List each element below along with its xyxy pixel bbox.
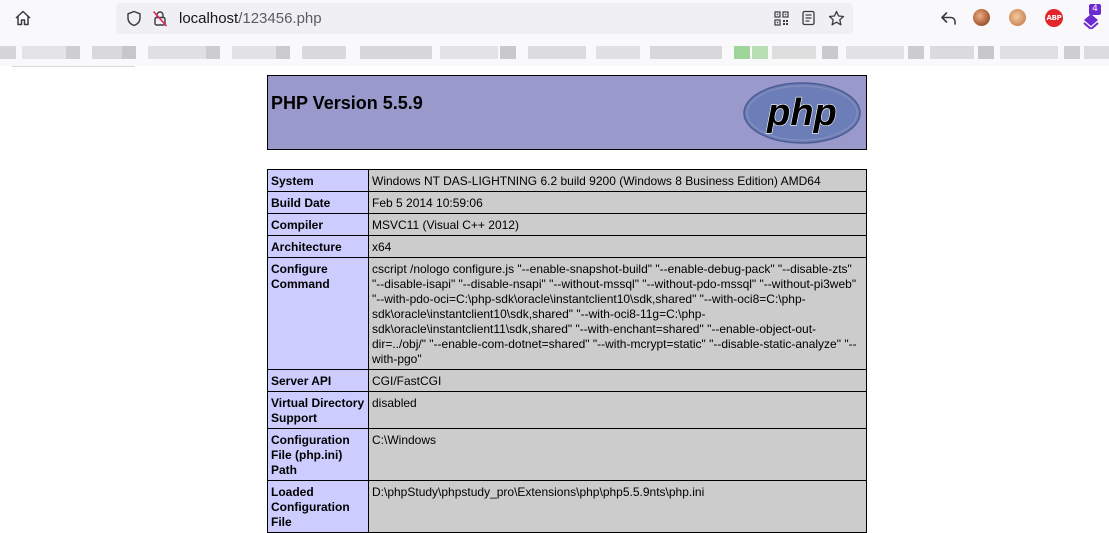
table-row: System Windows NT DAS-LIGHTNING 6.2 buil… bbox=[267, 169, 867, 192]
bookmark-blur bbox=[148, 46, 206, 59]
bookmark-blur bbox=[822, 46, 838, 59]
bookmark-blur bbox=[908, 46, 924, 59]
bookmark-blur bbox=[276, 46, 290, 59]
extension-avatar-icon[interactable] bbox=[973, 9, 990, 26]
content-divider bbox=[12, 66, 135, 67]
bookmark-blur bbox=[360, 46, 432, 59]
phpinfo-table: System Windows NT DAS-LIGHTNING 6.2 buil… bbox=[267, 169, 867, 533]
row-key: Loaded Configuration File bbox=[267, 480, 369, 533]
profile-avatar-icon[interactable] bbox=[1009, 9, 1026, 26]
bookmark-blur bbox=[232, 46, 276, 59]
bookmark-blur bbox=[22, 46, 66, 59]
insecure-lock-icon[interactable] bbox=[148, 6, 172, 30]
page-title: PHP Version 5.5.9 bbox=[271, 93, 423, 113]
row-value: C:\Windows bbox=[368, 428, 867, 481]
abp-label: ABP bbox=[1046, 14, 1062, 22]
bookmark-blur bbox=[528, 46, 586, 59]
bookmark-blur bbox=[596, 46, 640, 59]
table-row: Server API CGI/FastCGI bbox=[267, 369, 867, 392]
row-key: Build Date bbox=[267, 191, 369, 214]
phpinfo-header: PHP Version 5.5.9 php bbox=[267, 75, 867, 150]
bookmark-blur bbox=[734, 46, 750, 59]
reader-view-icon[interactable] bbox=[796, 6, 820, 30]
bookmark-blur bbox=[1084, 46, 1109, 59]
bookmark-blur bbox=[66, 46, 80, 59]
row-value: D:\phpStudy\phpstudy_pro\Extensions\php\… bbox=[368, 480, 867, 533]
bookmark-blur bbox=[92, 46, 122, 59]
bookmark-blur bbox=[978, 46, 994, 59]
bookmark-blur bbox=[650, 46, 722, 59]
browser-toolbar: localhost/123456.php ABP 4 bbox=[0, 0, 1109, 38]
bookmark-blur bbox=[1000, 46, 1058, 59]
table-row: Loaded Configuration File D:\phpStudy\ph… bbox=[267, 480, 867, 533]
bookmark-blur bbox=[302, 46, 346, 59]
row-key: Server API bbox=[267, 369, 369, 392]
url-text[interactable]: localhost/123456.php bbox=[179, 10, 322, 27]
row-key: Compiler bbox=[267, 213, 369, 236]
bookmarks-bar bbox=[0, 38, 1109, 66]
extension-badge: 4 bbox=[1089, 4, 1101, 15]
bookmark-blur bbox=[122, 46, 136, 59]
address-bar[interactable]: localhost/123456.php bbox=[116, 3, 853, 34]
table-row: Configure Command cscript /nologo config… bbox=[267, 257, 867, 370]
row-key: Configuration File (php.ini) Path bbox=[267, 428, 369, 481]
php-logo[interactable]: php bbox=[742, 81, 862, 145]
bookmark-star-icon[interactable] bbox=[824, 6, 848, 30]
row-key: Virtual Directory Support bbox=[267, 391, 369, 429]
bookmark-blur bbox=[206, 46, 220, 59]
home-icon[interactable] bbox=[11, 6, 35, 30]
table-row: Architecture x64 bbox=[267, 235, 867, 258]
bookmark-blur bbox=[440, 46, 498, 59]
shield-icon[interactable] bbox=[122, 6, 146, 30]
bookmark-blur bbox=[500, 46, 516, 59]
table-row: Configuration File (php.ini) Path C:\Win… bbox=[267, 428, 867, 481]
bookmark-blur bbox=[752, 46, 768, 59]
row-value: x64 bbox=[368, 235, 867, 258]
row-value: MSVC11 (Visual C++ 2012) bbox=[368, 213, 867, 236]
row-key: System bbox=[267, 169, 369, 192]
bookmark-blur bbox=[846, 46, 904, 59]
table-row: Compiler MSVC11 (Visual C++ 2012) bbox=[267, 213, 867, 236]
row-value: CGI/FastCGI bbox=[368, 369, 867, 392]
bookmark-blur bbox=[930, 46, 974, 59]
phpinfo-page: PHP Version 5.5.9 php System Windows NT … bbox=[267, 75, 867, 533]
url-path: /123456.php bbox=[238, 10, 322, 27]
row-key: Architecture bbox=[267, 235, 369, 258]
row-key: Configure Command bbox=[267, 257, 369, 370]
table-row: Virtual Directory Support disabled bbox=[267, 391, 867, 429]
table-row: Build Date Feb 5 2014 10:59:06 bbox=[267, 191, 867, 214]
url-host: localhost bbox=[179, 10, 239, 27]
bookmark-blur bbox=[772, 46, 816, 59]
row-value: disabled bbox=[368, 391, 867, 429]
bookmark-blur bbox=[0, 46, 16, 59]
bookmark-blur bbox=[1064, 46, 1080, 59]
abp-icon[interactable]: ABP bbox=[1045, 9, 1063, 27]
row-value: cscript /nologo configure.js "--enable-s… bbox=[368, 257, 867, 370]
back-arrow-icon[interactable] bbox=[936, 6, 960, 30]
row-value: Windows NT DAS-LIGHTNING 6.2 build 9200 … bbox=[368, 169, 867, 192]
qr-code-icon[interactable] bbox=[769, 6, 793, 30]
row-value: Feb 5 2014 10:59:06 bbox=[368, 191, 867, 214]
php-logo-text: php bbox=[766, 92, 837, 134]
